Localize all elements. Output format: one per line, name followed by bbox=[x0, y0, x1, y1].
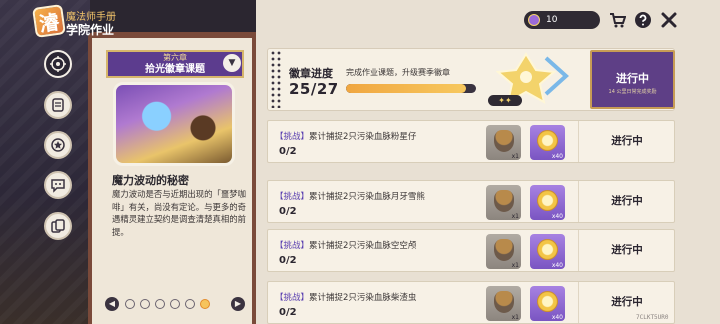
nav-chat-button[interactable] bbox=[44, 171, 72, 199]
reward-quantity: x40 bbox=[551, 213, 563, 220]
progress-bar bbox=[346, 84, 476, 93]
task-row[interactable]: 【挑战】累计捕捉2只污染血脉柴渣虫 0/2 x1 x40 进行中 bbox=[267, 281, 675, 324]
reward-item-coin[interactable]: x40 bbox=[530, 125, 565, 160]
prev-page-button[interactable]: ◀ bbox=[105, 297, 119, 311]
card-dot-pattern bbox=[270, 50, 282, 108]
logo-title: 学院作业 bbox=[66, 23, 115, 37]
tasks-nav-icon bbox=[50, 56, 66, 72]
nav-badge-button[interactable] bbox=[44, 131, 72, 159]
task-count: 0/2 bbox=[279, 255, 297, 266]
reward-item-coin[interactable]: x40 bbox=[530, 234, 565, 269]
task-status[interactable]: 进行中 bbox=[578, 230, 675, 271]
task-title: 【挑战】累计捕捉2只污染血脉空空颅 bbox=[275, 239, 416, 251]
next-page-button[interactable]: ▶ bbox=[231, 297, 245, 311]
chapter-number: 第六章 bbox=[163, 53, 187, 62]
currency-value: 10 bbox=[546, 15, 558, 25]
story-title: 魔力波动的秘密 bbox=[112, 174, 189, 187]
task-tag: 【挑战】 bbox=[275, 192, 310, 202]
chapter-title: 拾光徽章课题 bbox=[145, 64, 205, 75]
help-icon[interactable] bbox=[634, 11, 652, 29]
gem-icon bbox=[528, 14, 540, 26]
sun-coin-icon bbox=[537, 130, 558, 151]
task-text: 累计捕捉2只污染血脉粉星仔 bbox=[309, 132, 417, 142]
nav-cards-button[interactable] bbox=[44, 212, 72, 240]
reward-item-acorn[interactable]: x1 bbox=[486, 234, 521, 269]
task-count: 0/2 bbox=[279, 146, 297, 157]
sun-coin-icon bbox=[537, 190, 558, 211]
acorn-icon bbox=[494, 239, 514, 261]
chat-nav-icon bbox=[51, 179, 65, 193]
acorn-icon bbox=[494, 190, 514, 212]
reward-quantity: x40 bbox=[551, 314, 563, 321]
reward-quantity: x1 bbox=[511, 213, 519, 220]
sun-coin-icon bbox=[537, 239, 558, 260]
task-row[interactable]: 【挑战】累计捕捉2只污染血脉月牙雪熊 0/2 x1 x40 进行中 bbox=[267, 180, 675, 223]
reward-item-acorn[interactable]: x1 bbox=[486, 185, 521, 220]
sidebar-decoration bbox=[0, 0, 90, 324]
cards-nav-icon bbox=[51, 219, 65, 233]
task-row[interactable]: 【挑战】累计捕捉2只污染血脉空空颅 0/2 x1 x40 进行中 bbox=[267, 229, 675, 272]
task-tag: 【挑战】 bbox=[275, 293, 310, 303]
acorn-icon bbox=[494, 291, 514, 313]
page-dot[interactable] bbox=[185, 299, 195, 309]
progress-label: 徽章进度 bbox=[289, 67, 333, 80]
close-icon[interactable] bbox=[660, 11, 678, 29]
reward-quantity: x1 bbox=[511, 262, 519, 269]
progress-fill bbox=[346, 84, 467, 93]
currency-counter: 10 bbox=[524, 11, 600, 29]
task-row[interactable]: 【挑战】累计捕捉2只污染血脉粉星仔 0/2 x1 x40 进行中 bbox=[267, 120, 675, 163]
story-text: 魔力波动是否与近期出现的「噩梦咖啡」有关，尚没有定论。与更多的奇遇精灵建立契约是… bbox=[112, 189, 246, 237]
scroll-nav-icon bbox=[52, 98, 64, 112]
task-tag: 【挑战】 bbox=[275, 132, 310, 142]
badge-level-stars: ✦✦ bbox=[488, 95, 522, 106]
task-text: 累计捕捉2只污染血脉月牙雪熊 bbox=[309, 192, 425, 202]
sun-coin-icon bbox=[537, 291, 558, 312]
reward-item-acorn[interactable]: x1 bbox=[486, 125, 521, 160]
progress-status-button[interactable]: 进行中 14 公里日常完成奖励 bbox=[590, 50, 675, 109]
shop-cart-icon[interactable] bbox=[608, 11, 626, 29]
reward-quantity: x1 bbox=[511, 314, 519, 321]
acorn-icon bbox=[494, 130, 514, 152]
progress-status-sub: 14 公里日常完成奖励 bbox=[608, 89, 657, 95]
task-tag: 【挑战】 bbox=[275, 241, 310, 251]
chevron-down-icon[interactable]: ▼ bbox=[223, 54, 241, 72]
reward-quantity: x40 bbox=[551, 262, 563, 269]
page-dot[interactable] bbox=[125, 299, 135, 309]
reward-quantity: x40 bbox=[551, 153, 563, 160]
nav-scroll-button[interactable] bbox=[44, 91, 72, 119]
progress-count: 25/27 bbox=[289, 80, 339, 98]
page-dot-current[interactable] bbox=[200, 299, 210, 309]
task-title: 【挑战】累计捕捉2只污染血脉柴渣虫 bbox=[275, 291, 416, 303]
sidebar bbox=[0, 0, 90, 324]
task-status[interactable]: 进行中 bbox=[578, 121, 675, 162]
page-dot[interactable] bbox=[140, 299, 150, 309]
task-count: 0/2 bbox=[279, 307, 297, 318]
reward-quantity: x1 bbox=[511, 153, 519, 160]
page-dot[interactable] bbox=[155, 299, 165, 309]
task-title: 【挑战】累计捕捉2只污染血脉月牙雪熊 bbox=[275, 190, 425, 202]
badge-nav-icon bbox=[51, 138, 65, 152]
task-status[interactable]: 进行中 bbox=[578, 181, 675, 222]
reward-item-coin[interactable]: x40 bbox=[530, 185, 565, 220]
chapter-pager: ◀ ▶ bbox=[105, 297, 245, 313]
page-dot[interactable] bbox=[170, 299, 180, 309]
task-text: 累计捕捉2只污染血脉空空颅 bbox=[309, 241, 417, 251]
watermark: 7CLKT5UR0 bbox=[636, 314, 669, 321]
progress-description: 完成作业课题，升级赛季徽章 bbox=[346, 68, 450, 77]
task-count: 0/2 bbox=[279, 206, 297, 217]
logo-badge: 濬 bbox=[32, 4, 66, 38]
app-logo: 濬 魔法师手册 学院作业 bbox=[32, 4, 138, 40]
nav-tasks-button[interactable] bbox=[44, 50, 72, 78]
progress-status-label: 进行中 bbox=[616, 72, 649, 85]
story-illustration bbox=[113, 82, 235, 166]
task-title: 【挑战】累计捕捉2只污染血脉粉星仔 bbox=[275, 130, 416, 142]
reward-item-acorn[interactable]: x1 bbox=[486, 286, 521, 321]
task-text: 累计捕捉2只污染血脉柴渣虫 bbox=[309, 293, 417, 303]
reward-item-coin[interactable]: x40 bbox=[530, 286, 565, 321]
